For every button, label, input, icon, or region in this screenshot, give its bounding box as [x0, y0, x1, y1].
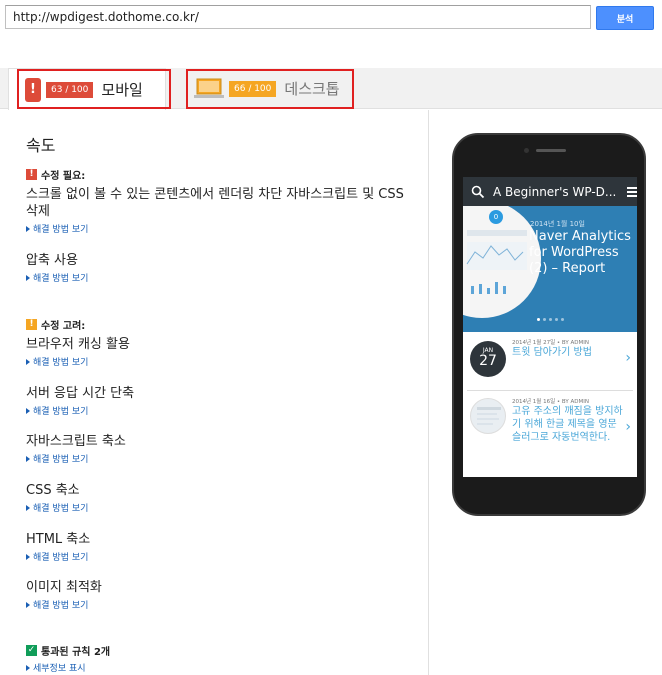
tab-desktop[interactable]: 66 / 100 데스크톱	[186, 68, 366, 109]
show-how-to-fix-link[interactable]: 해결 방법 보기	[26, 222, 416, 235]
rule-title: 자바스크립트 축소	[26, 434, 126, 449]
preview-post: 2014년 1월 16일 • BY ADMIN 고유 주소의 깨짐을 방지하기 …	[467, 391, 633, 471]
preview-hero-slide: 0 2014년 1월 10일 Naver Analytics for WordP…	[463, 206, 637, 332]
rule-title: 서버 응답 시간 단축	[26, 386, 135, 401]
show-how-to-fix-link[interactable]: 해결 방법 보기	[26, 271, 416, 284]
mobile-score-badge: 63 / 100	[46, 81, 94, 98]
hero-title: Naver Analytics for WordPress (2) – Repo…	[529, 229, 631, 276]
rule-title: 압축 사용	[26, 253, 78, 268]
rule-title: 이미지 최적화	[26, 580, 102, 595]
mobile-phone-icon: !	[25, 77, 41, 102]
post-title: 고유 주소의 깨짐을 방지하기 위해 한글 제목을 영문 슬러그로 자동번역한다…	[512, 406, 623, 443]
mobile-preview-phone: A Beginner's WP-D... 0 2014년 1월 10일 Nave…	[452, 133, 646, 516]
tab-mobile-label: 모바일	[101, 81, 143, 99]
comment-count-badge: 0	[489, 210, 503, 224]
analyze-button[interactable]: 분석	[596, 6, 654, 30]
passed-rules-label: 통과된 규칙 2개	[41, 647, 111, 658]
chevron-right-icon: ›	[625, 350, 631, 366]
show-how-to-fix-link[interactable]: 해결 방법 보기	[26, 550, 416, 563]
show-details-link[interactable]: 세부정보 표시	[26, 661, 416, 674]
rule-item: 이미지 최적화 해결 방법 보기	[26, 579, 416, 611]
expand-triangle-icon	[26, 225, 30, 232]
column-divider	[428, 110, 429, 675]
desktop-score-badge: 66 / 100	[229, 80, 277, 97]
show-how-to-fix-link[interactable]: 해결 방법 보기	[26, 452, 416, 465]
hero-date: 2014년 1월 10일	[530, 220, 585, 228]
rule-title: 브라우저 캐싱 활용	[26, 337, 130, 352]
post-meta: 2014년 1월 16일 • BY ADMIN	[512, 399, 589, 405]
show-how-to-fix-link[interactable]: 해결 방법 보기	[26, 404, 416, 417]
expand-triangle-icon	[26, 601, 30, 608]
rule-title: 스크롤 없이 볼 수 있는 콘텐츠에서 렌더링 차단 자바스크립트 및 CSS …	[26, 187, 404, 219]
exclamation-icon: !	[26, 319, 37, 330]
preview-app-bar: A Beginner's WP-D...	[463, 177, 637, 206]
expand-triangle-icon	[26, 358, 30, 365]
rule-title: CSS 축소	[26, 483, 80, 498]
expand-triangle-icon	[26, 407, 30, 414]
show-how-to-fix-link[interactable]: 해결 방법 보기	[26, 501, 416, 514]
expand-triangle-icon	[26, 664, 30, 671]
post-meta: 2014년 1월 27일 • BY ADMIN	[512, 340, 589, 346]
phone-screen: A Beginner's WP-D... 0 2014년 1월 10일 Nave…	[463, 177, 637, 477]
post-date-badge: JAN 27	[470, 341, 506, 377]
post-title: 트윗 담아가기 방법	[512, 347, 592, 358]
device-tab-strip: ! 63 / 100 모바일 66 / 100 데스크톱	[0, 68, 662, 110]
checkmark-icon: ✓	[26, 645, 37, 656]
post-thumbnail	[470, 398, 506, 434]
must-fix-label: 수정 필요:	[41, 171, 86, 182]
chevron-right-icon: ›	[625, 419, 631, 435]
laptop-icon	[194, 78, 224, 98]
rule-item: 브라우저 캐싱 활용 해결 방법 보기	[26, 336, 416, 368]
rule-item: 압축 사용 해결 방법 보기	[26, 252, 416, 284]
passed-details: 세부정보 표시	[26, 659, 416, 674]
carousel-dots	[537, 318, 567, 321]
url-input[interactable]	[5, 5, 591, 29]
tab-mobile[interactable]: ! 63 / 100 모바일	[8, 68, 166, 110]
show-how-to-fix-link[interactable]: 해결 방법 보기	[26, 355, 416, 368]
passed-rules-header: ✓ 통과된 규칙 2개	[26, 643, 110, 658]
expand-triangle-icon	[26, 455, 30, 462]
search-icon	[471, 185, 485, 198]
expand-triangle-icon	[26, 274, 30, 281]
expand-triangle-icon	[26, 553, 30, 560]
consider-fixing-label: 수정 고려:	[41, 321, 86, 332]
rule-item: 자바스크립트 축소 해결 방법 보기	[26, 433, 416, 465]
tab-desktop-label: 데스크톱	[284, 80, 340, 98]
speed-results-panel: 속도 ! 수정 필요: 스크롤 없이 볼 수 있는 콘텐츠에서 렌더링 차단 자…	[0, 110, 428, 675]
phone-camera	[524, 148, 529, 153]
must-fix-header: ! 수정 필요:	[26, 167, 85, 182]
rule-item: 서버 응답 시간 단축 해결 방법 보기	[26, 385, 416, 417]
consider-fixing-header: ! 수정 고려:	[26, 317, 85, 332]
section-title-speed: 속도	[26, 136, 56, 155]
rule-item: 스크롤 없이 볼 수 있는 콘텐츠에서 렌더링 차단 자바스크립트 및 CSS …	[26, 186, 416, 235]
preview-site-title: A Beginner's WP-D...	[493, 184, 617, 199]
show-how-to-fix-link[interactable]: 해결 방법 보기	[26, 598, 416, 611]
rule-title: HTML 축소	[26, 532, 91, 547]
rule-item: HTML 축소 해결 방법 보기	[26, 531, 416, 563]
preview-post: JAN 27 2014년 1월 27일 • BY ADMIN 트윗 담아가기 방…	[467, 332, 633, 391]
expand-triangle-icon	[26, 504, 30, 511]
rule-item: CSS 축소 해결 방법 보기	[26, 482, 416, 514]
exclamation-icon: !	[26, 169, 37, 180]
phone-speaker	[536, 149, 566, 152]
hamburger-menu-icon	[627, 185, 637, 199]
